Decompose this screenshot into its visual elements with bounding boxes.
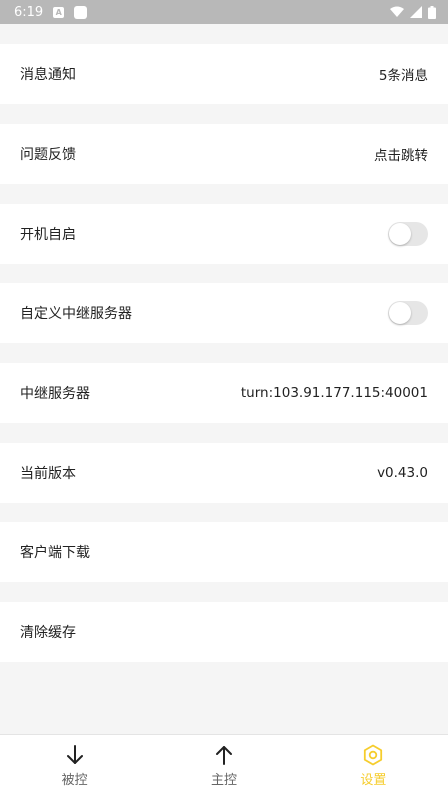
toggle-knob [389,223,411,245]
setting-feedback[interactable]: 问题反馈 点击跳转 [0,124,448,184]
status-bar: 6:19 A [0,0,448,24]
bottom-nav: 被控 主控 设置 [0,734,448,796]
signal-icon [410,6,422,18]
battery-icon [428,5,436,19]
setting-custom-relay: 自定义中继服务器 [0,283,448,343]
nav-label: 设置 [360,773,387,788]
setting-relay-server[interactable]: 中继服务器 turn:103.91.177.115:40001 [0,363,448,423]
gear-icon [364,744,383,766]
nav-controlled[interactable]: 被控 [0,735,149,796]
nav-label: 被控 [61,773,88,788]
setting-label: 问题反馈 [20,147,76,163]
version-value: v0.43.0 [377,465,428,481]
setting-auto-start: 开机自启 [0,204,448,264]
setting-client-download[interactable]: 客户端下载 [0,522,448,582]
setting-current-version: 当前版本 v0.43.0 [0,443,448,503]
notification-app-icon [74,5,88,19]
setting-label: 开机自启 [20,227,76,243]
nav-settings[interactable]: 设置 [299,735,448,796]
setting-label: 清除缓存 [20,625,76,641]
notification-a-icon: A [53,6,65,18]
toggle-knob [389,302,411,324]
custom-relay-toggle[interactable] [388,301,428,325]
setting-label: 自定义中继服务器 [20,306,132,322]
setting-label: 客户端下载 [20,545,90,561]
setting-label: 中继服务器 [20,386,90,402]
setting-message-notification[interactable]: 消息通知 5条消息 [0,44,448,104]
setting-label: 消息通知 [20,67,76,83]
status-time: 6:19 [14,4,44,20]
arrow-down-icon [66,745,83,764]
feedback-link: 点击跳转 [374,148,428,164]
wifi-icon [390,6,404,17]
message-count: 5条消息 [378,68,428,84]
arrow-up-icon [215,746,232,765]
nav-label: 主控 [210,773,237,788]
auto-start-toggle[interactable] [388,222,428,246]
setting-clear-cache[interactable]: 清除缓存 [0,602,448,662]
nav-controller[interactable]: 主控 [149,735,298,796]
relay-server-address: turn:103.91.177.115:40001 [240,385,428,401]
setting-label: 当前版本 [20,466,76,482]
